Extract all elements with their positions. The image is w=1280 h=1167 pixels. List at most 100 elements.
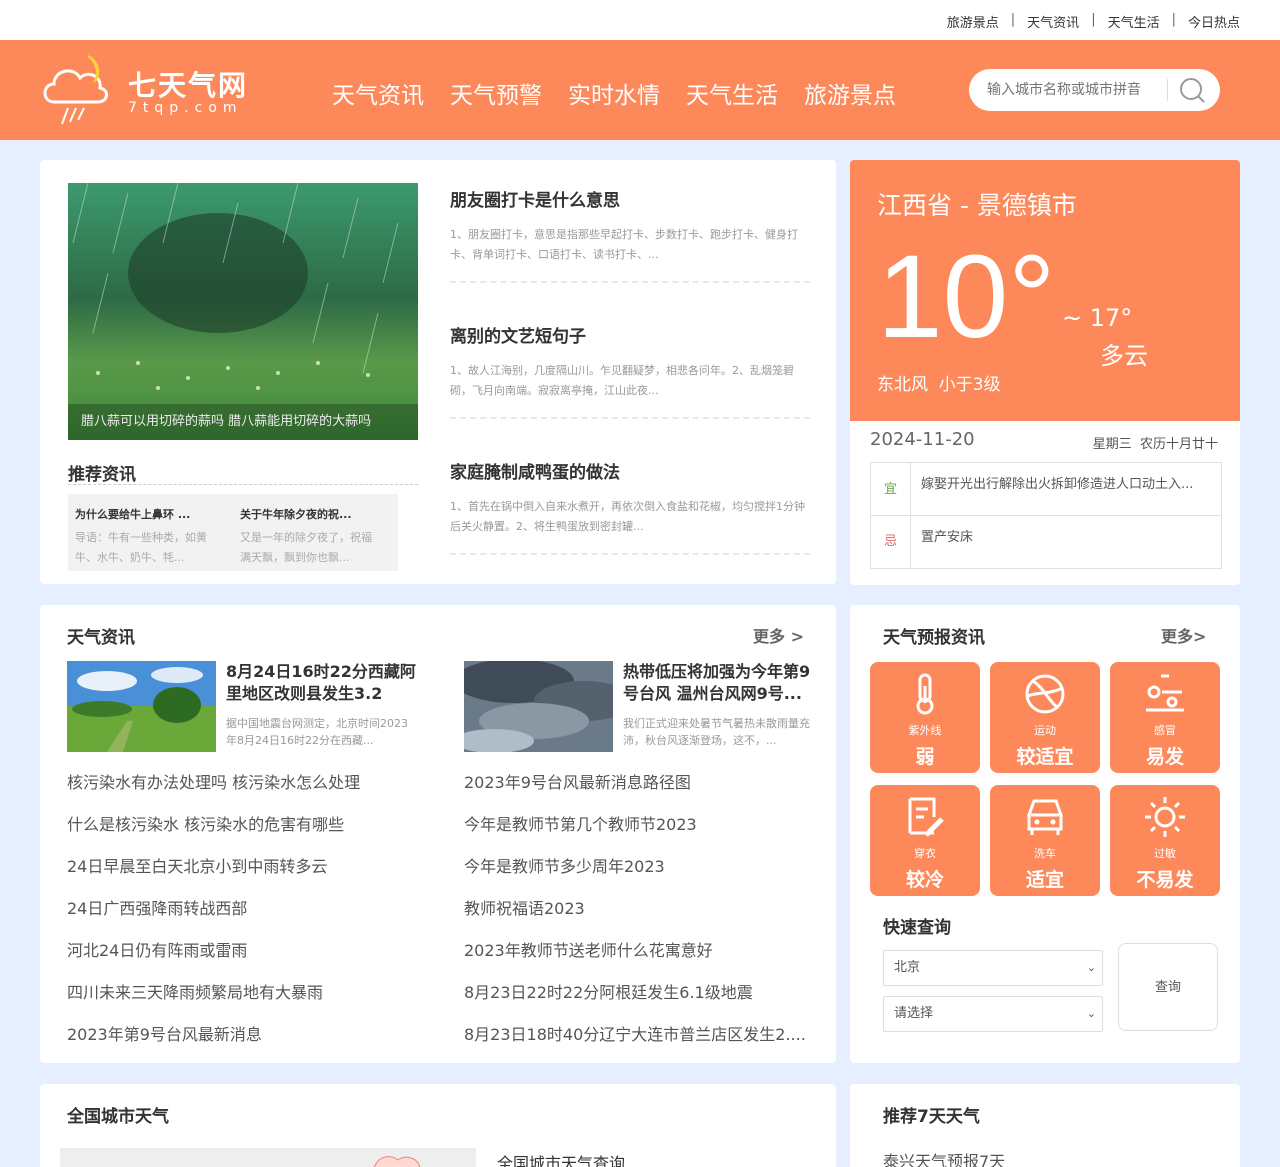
news-list-item[interactable]: 教师祝福语2023 <box>464 888 809 930</box>
weather-date: 2024-11-20 <box>870 429 975 450</box>
nav-item-weather-warning[interactable]: 天气预警 <box>450 76 542 110</box>
top-bar: 旅游景点 | 天气资讯 | 天气生活 | 今日热点 <box>0 0 1280 40</box>
index-tile-allergy[interactable]: 过敏 不易发 <box>1110 785 1220 896</box>
recommend-box: 为什么要给牛上鼻环 ... 导语：牛有一些种类，如黄牛、水牛、奶牛、牦... 关… <box>68 494 398 571</box>
logo-title: 七天气网 <box>128 69 249 102</box>
car-icon <box>1027 799 1063 835</box>
weather-wind: 东北风 小于3级 <box>877 375 1001 395</box>
top-link-hot[interactable]: 今日热点 <box>1188 12 1240 31</box>
article-desc: 1、首先在锅中倒入自来水煮开，再依次倒入食盐和花椒，均匀搅拌1分钟后关火静置。2… <box>450 500 805 533</box>
yi-row: 宜 嫁娶开光出行解除出火拆卸修造进人口动土入... <box>871 463 1221 516</box>
article-item: 家庭腌制咸鸭蛋的做法 1、首先在锅中倒入自来水煮开，再依次倒入食盐和花椒，均匀搅… <box>450 458 810 555</box>
news-feature-title[interactable]: 8月24日16时22分西藏阿里地区改则县发生3.2级... <box>226 661 416 705</box>
news-list-item[interactable]: 8月23日18时40分辽宁大连市普兰店区发生2.... <box>464 1014 809 1056</box>
news-feature-desc: 据中国地震台网测定，北京时间2023年8月24日16时22分在西藏... <box>226 717 408 747</box>
news-list-item[interactable]: 今年是教师节第几个教师节2023 <box>464 804 809 846</box>
news-thumb[interactable] <box>464 661 613 752</box>
province-select[interactable]: 北京 ⌄ <box>883 950 1103 986</box>
news-list-right: 2023年9号台风最新消息路径图 今年是教师节第几个教师节2023 今年是教师节… <box>464 762 809 1056</box>
index-tile-clothing[interactable]: 穿衣 较冷 <box>870 785 980 896</box>
news-list-item[interactable]: 2023年第9号台风最新消息 <box>67 1014 427 1056</box>
map-shape <box>373 1156 421 1167</box>
article-title[interactable]: 家庭腌制咸鸭蛋的做法 <box>450 458 810 483</box>
query-button[interactable]: 查询 <box>1118 943 1218 1031</box>
weather-location: 江西省 - 景德镇市 <box>877 191 1077 220</box>
top-link-news[interactable]: 天气资讯 <box>1027 12 1079 31</box>
index-tile-sport[interactable]: 运动 较适宜 <box>990 662 1100 773</box>
city-select-value: 请选择 <box>894 1006 934 1021</box>
rain-grass-image <box>68 183 418 440</box>
index-name: 运动 <box>1034 724 1056 737</box>
index-value: 适宜 <box>1025 869 1064 891</box>
recommend-item-title[interactable]: 关于牛年除夕夜的祝... <box>240 506 380 522</box>
article-desc: 1、朋友圈打卡，意思是指那些早起打卡、步数打卡、跑步打卡、健身打卡、背单词打卡、… <box>450 228 798 261</box>
news-list-item[interactable]: 2023年教师节送老师什么花寓意好 <box>464 930 809 972</box>
news-list-item[interactable]: 河北24日仍有阵雨或雷雨 <box>67 930 427 972</box>
index-tile-uv[interactable]: 紫外线 弱 <box>870 662 980 773</box>
forecast-title: 天气预报资讯 <box>883 628 985 648</box>
ball-icon <box>1025 674 1065 714</box>
recommend-item[interactable]: 为什么要给牛上鼻环 ... 导语：牛有一些种类，如黄牛、水牛、奶牛、牦... <box>75 506 215 568</box>
news-thumb[interactable] <box>67 661 216 752</box>
city-weather-card: 全国城市天气 全国城市天气查询 <box>40 1084 836 1167</box>
news-more-link[interactable]: 更多 > <box>753 623 804 647</box>
search-input[interactable] <box>987 78 1165 102</box>
city-weather-link[interactable]: 全国城市天气查询 <box>497 1150 625 1167</box>
news-list-item[interactable]: 核污染水有办法处理吗 核污染水怎么处理 <box>67 762 427 804</box>
weather-condition: 多云 <box>1100 342 1148 370</box>
featured-card: 腊八蒜可以用切碎的蒜吗 腊八蒜能用切碎的大蒜吗 朋友圈打卡是什么意思 1、朋友圈… <box>40 160 836 584</box>
index-tile-carwash[interactable]: 洗车 适宜 <box>990 785 1100 896</box>
nav-item-weather-life[interactable]: 天气生活 <box>686 76 778 110</box>
news-list-item[interactable]: 24日早晨至白天北京小到中雨转多云 <box>67 846 427 888</box>
nav-item-water[interactable]: 实时水情 <box>568 76 660 110</box>
article-title[interactable]: 朋友圈打卡是什么意思 <box>450 186 810 211</box>
index-value: 不易发 <box>1136 869 1194 891</box>
news-list-item[interactable]: 四川未来三天降雨频繁局地有大暴雨 <box>67 972 427 1014</box>
china-map[interactable] <box>60 1148 476 1167</box>
chevron-down-icon: ⌄ <box>1086 1007 1096 1020</box>
news-list-item[interactable]: 什么是核污染水 核污染水的危害有哪些 <box>67 804 427 846</box>
weather-high: ~ 17° <box>1062 304 1133 332</box>
news-list-item[interactable]: 8月23日22时22分阿根廷发生6.1级地震 <box>464 972 809 1014</box>
top-link-life[interactable]: 天气生活 <box>1108 12 1160 31</box>
top-separator: | <box>1010 12 1016 27</box>
search-divider <box>1167 79 1168 101</box>
news-list-item[interactable]: 今年是教师节多少周年2023 <box>464 846 809 888</box>
search-icon[interactable] <box>1178 76 1206 104</box>
top-separator: | <box>1171 12 1176 27</box>
index-name: 洗车 <box>1034 847 1056 860</box>
news-feature-desc: 我们正式迎来处暑节气暑热未散雨量充沛，秋台风逐渐登场，这不，... <box>623 717 810 747</box>
forecast-more-link[interactable]: 更多> <box>1161 623 1206 647</box>
index-name: 感冒 <box>1154 724 1176 737</box>
thermometer-icon <box>916 673 934 715</box>
news-list-item[interactable]: 2023年9号台风最新消息路径图 <box>464 762 809 804</box>
cloud-moon-icon <box>43 55 108 125</box>
weather-temp: 10° <box>877 231 1056 363</box>
current-weather: 江西省 - 景德镇市 10° ~ 17° 多云 东北风 小于3级 <box>850 160 1240 421</box>
article-title[interactable]: 离别的文艺短句子 <box>450 322 810 347</box>
site-logo[interactable]: 七天气网 7tqp.com <box>40 52 260 128</box>
almanac-table: 宜 嫁娶开光出行解除出火拆卸修造进人口动土入... 忌 置产安床 <box>870 462 1222 569</box>
province-select-value: 北京 <box>894 960 921 975</box>
index-tile-cold[interactable]: 感冒 易发 <box>1110 662 1220 773</box>
featured-caption[interactable]: 腊八蒜可以用切碎的蒜吗 腊八蒜能用切碎的大蒜吗 <box>68 404 418 440</box>
city-select[interactable]: 请选择 ⌄ <box>883 996 1103 1032</box>
featured-image[interactable]: 腊八蒜可以用切碎的蒜吗 腊八蒜能用切碎的大蒜吗 <box>68 183 418 440</box>
article-item: 离别的文艺短句子 1、故人江海别，几度隔山川。乍见翻疑梦，相悲各问年。2、乱烟笼… <box>450 322 810 419</box>
recommend-item-desc: 导语：牛有一些种类，如黄牛、水牛、奶牛、牦... <box>75 531 207 564</box>
top-link-travel[interactable]: 旅游景点 <box>947 12 999 31</box>
weather-lunar: 星期三 农历十月廿十 <box>1092 437 1218 452</box>
news-list-item[interactable]: 24日广西强降雨转战西部 <box>67 888 427 930</box>
news-feature-title[interactable]: 热带低压将加强为今年第9号台风 温州台风网9号... <box>623 661 815 705</box>
nav-item-travel[interactable]: 旅游景点 <box>804 76 896 110</box>
index-name: 过敏 <box>1154 847 1176 860</box>
recommend-item-title[interactable]: 为什么要给牛上鼻环 ... <box>75 506 215 522</box>
almanac: 2024-11-20 星期三 农历十月廿十 宜 嫁娶开光出行解除出火拆卸修造进人… <box>850 421 1240 585</box>
top-links: 旅游景点 | 天气资讯 | 天气生活 | 今日热点 <box>947 12 1240 31</box>
quick-query-title: 快速查询 <box>883 918 951 938</box>
recommend7-item[interactable]: 泰兴天气预报7天 <box>883 1148 1005 1167</box>
nav-item-weather-news[interactable]: 天气资讯 <box>332 76 424 110</box>
recommend-item[interactable]: 关于牛年除夕夜的祝... 又是一年的除夕夜了，祝福满天飘，飘到你也飘... <box>240 506 380 568</box>
recommend7-title: 推荐7天天气 <box>883 1107 980 1127</box>
recommend7-card: 推荐7天天气 泰兴天气预报7天 <box>850 1084 1240 1167</box>
